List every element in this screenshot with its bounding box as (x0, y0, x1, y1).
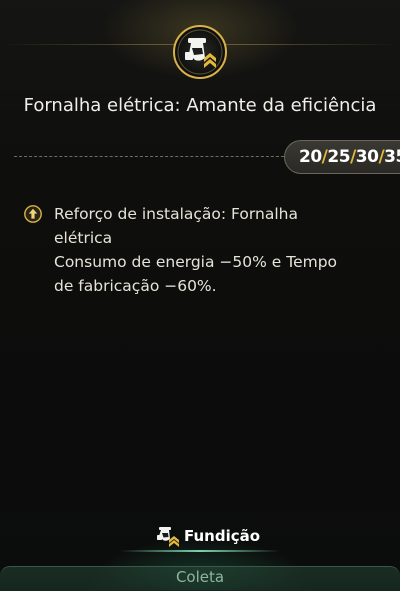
furnace-rank-emblem-icon (173, 25, 227, 79)
effect-line: Consumo de energia −50% e Tempo (54, 253, 338, 271)
tab-coleta-label: Coleta (175, 568, 225, 586)
active-tab-indicator (120, 550, 280, 552)
tab-fundicao[interactable]: Fundição (150, 522, 266, 550)
level-3: 30 (355, 147, 379, 167)
level-1: 20 (299, 147, 322, 167)
tab-fundicao-label: Fundição (184, 527, 261, 545)
effect-line: elétrica (54, 229, 113, 247)
effect-line: Reforço de instalação: Fornalha (54, 205, 298, 223)
skill-title: Fornalha elétrica: Amante da eficiência (23, 95, 377, 116)
level-4: 35 (384, 147, 400, 167)
level-2: 25 (327, 147, 351, 167)
upgrade-arrow-icon (24, 205, 42, 223)
level-values: 20/25/30/35 (299, 147, 400, 167)
tab-coleta[interactable]: Coleta (0, 568, 400, 586)
effect-line: de fabricação −60%. (54, 277, 217, 295)
skill-detail-panel: Fornalha elétrica: Amante da eficiência … (0, 0, 400, 591)
level-requirement-badge: 20/25/30/35 (284, 140, 400, 174)
skill-effect-description: Reforço de instalação: Fornalha elétrica… (54, 202, 384, 298)
title-divider (14, 156, 284, 157)
furnace-rank-icon (157, 527, 179, 547)
